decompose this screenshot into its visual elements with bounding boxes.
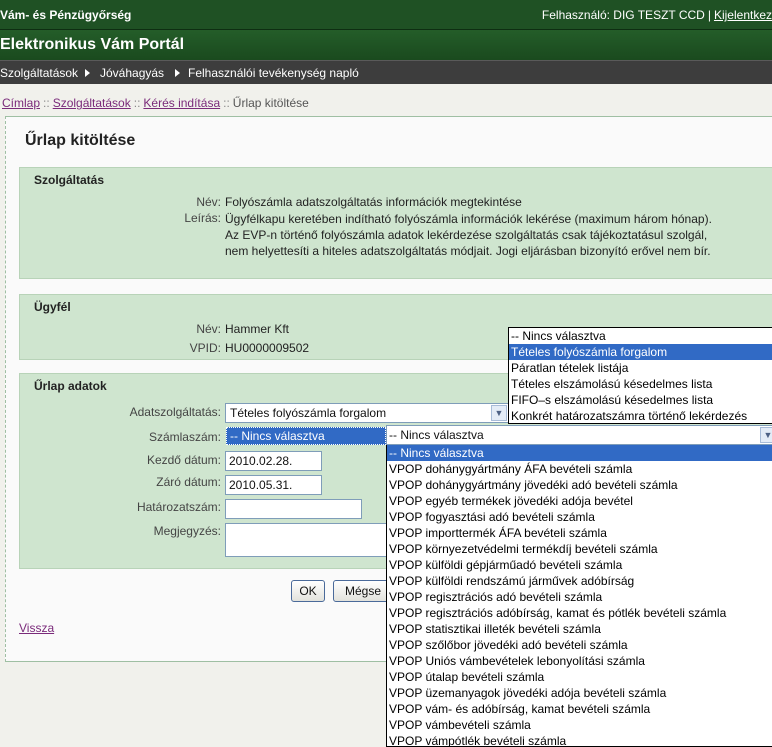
breadcrumb: Címlap:: Szolgáltatások:: Kérés indítása::…: [2, 96, 309, 110]
service-section-title: Szolgáltatás: [34, 173, 105, 187]
client-name-label: Név:: [196, 322, 221, 336]
client-vpid-label: VPID:: [189, 341, 221, 355]
nav-item-activity-log[interactable]: Felhasználói tevékenység napló: [188, 66, 359, 80]
nav-arrow-icon: [175, 69, 180, 77]
account-dropdown-header[interactable]: -- Nincs választva: [386, 425, 772, 445]
service-select-value: Tételes folyószámla forgalom: [230, 406, 387, 420]
account-option[interactable]: VPOP fogyasztási adó bevételi számla: [387, 509, 772, 525]
service-option[interactable]: FIFO–s elszámolású késedelmes lista: [509, 392, 772, 408]
start-date-label: Kezdő dátum:: [146, 453, 221, 467]
client-name-value: Hammer Kft: [225, 322, 290, 336]
back-link[interactable]: Vissza: [19, 621, 54, 635]
account-option[interactable]: VPOP szőlőbor jövedéki adó bevételi szám…: [387, 637, 772, 653]
account-option[interactable]: VPOP külföldi rendszámú járművek adóbírs…: [387, 573, 772, 589]
service-option[interactable]: Tételes elszámolású késedelmes lista: [509, 376, 772, 392]
client-section-title: Ügyfél: [34, 300, 71, 314]
service-option[interactable]: -- Nincs választva: [509, 328, 772, 344]
breadcrumb-current: Űrlap kitöltése: [232, 96, 309, 110]
end-date-label: Záró dátum:: [156, 475, 221, 489]
service-option[interactable]: Konkrét határozatszámra történő lekérdez…: [509, 408, 772, 423]
account-option[interactable]: VPOP külföldi gépjárműadó bevételi száml…: [387, 557, 772, 573]
agency-name: Vám- és Pénzügyőrség: [0, 8, 132, 22]
account-option-selected[interactable]: -- Nincs választva: [387, 445, 772, 461]
account-option[interactable]: VPOP regisztrációs adó bevételi számla: [387, 589, 772, 605]
service-section: Szolgáltatás Név: Folyószámla adatszolgá…: [19, 167, 772, 279]
start-date-input[interactable]: [225, 451, 322, 471]
user-separator: |: [707, 8, 711, 22]
logged-in-user: Felhasználó: DIG TESZT CCD: [541, 8, 705, 22]
breadcrumb-separator: ::: [133, 96, 141, 110]
account-option[interactable]: VPOP egyéb termékek jövedéki adója bevét…: [387, 493, 772, 509]
service-select-label: Adatszolgáltatás:: [129, 405, 221, 419]
service-desc-value: Ügyfélkapu keretében indítható folyószám…: [225, 212, 712, 258]
account-option[interactable]: VPOP regisztrációs adóbírság, kamat és p…: [387, 605, 772, 621]
breadcrumb-services[interactable]: Szolgáltatások: [53, 96, 131, 110]
chevron-down-icon[interactable]: ▼: [760, 427, 772, 443]
account-option[interactable]: VPOP importtermék ÁFA bevételi számla: [387, 525, 772, 541]
account-option[interactable]: VPOP környezetvédelmi termékdíj bevételi…: [387, 541, 772, 557]
account-option[interactable]: VPOP Uniós vámbevételek lebonyolítási sz…: [387, 653, 772, 669]
account-dropdown-value: -- Nincs választva: [389, 428, 484, 442]
account-select[interactable]: -- Nincs választva: [226, 427, 386, 445]
service-option[interactable]: Páratlan tételek listája: [509, 360, 772, 376]
end-date-input[interactable]: [225, 475, 322, 495]
top-header-bar: Vám- és Pénzügyőrség Felhasználó: DIG TE…: [0, 0, 772, 30]
cancel-button[interactable]: Mégse: [333, 580, 393, 602]
portal-title-bar: Elektronikus Vám Portál: [0, 30, 772, 60]
account-option[interactable]: VPOP vám- és adóbírság, kamat bevételi s…: [387, 701, 772, 717]
service-select[interactable]: Tételes folyószámla forgalom: [225, 403, 509, 423]
nav-item-approval[interactable]: Jóváhagyás: [100, 66, 164, 80]
client-vpid-value: HU0000009502: [225, 341, 310, 355]
note-textarea[interactable]: [225, 523, 390, 557]
ok-button[interactable]: OK: [291, 580, 325, 602]
account-option[interactable]: VPOP üzemanyagok jövedéki adója bevételi…: [387, 685, 772, 701]
service-dropdown-list: -- Nincs választva Tételes folyószámla f…: [508, 327, 772, 424]
form-section-title: Űrlap adatok: [34, 379, 107, 393]
chevron-down-icon[interactable]: ▼: [491, 405, 507, 421]
user-info: Felhasználó: DIG TESZT CCD | Kijelentkez: [542, 8, 772, 22]
note-label: Megjegyzés:: [153, 524, 221, 538]
breadcrumb-separator: ::: [223, 96, 230, 110]
main-navigation: Szolgáltatások Jóváhagyás Felhasználói t…: [0, 60, 772, 84]
resolution-label: Határozatszám:: [136, 500, 221, 514]
nav-item-services[interactable]: Szolgáltatások: [0, 66, 78, 80]
breadcrumb-start-request[interactable]: Kérés indítása: [143, 96, 220, 110]
account-option[interactable]: VPOP vámbevételi számla: [387, 717, 772, 733]
account-dropdown-list: -- Nincs választva VPOP dohánygyártmány …: [386, 445, 772, 747]
service-name-label: Név:: [196, 195, 221, 209]
account-select-label: Számlaszám:: [148, 430, 221, 444]
portal-title: Elektronikus Vám Portál: [0, 36, 185, 53]
service-desc-label: Leírás:: [184, 211, 221, 225]
account-select-value: -- Nincs választva: [230, 429, 325, 443]
account-option[interactable]: VPOP útalap bevételi számla: [387, 669, 772, 685]
breadcrumb-separator: ::: [43, 96, 50, 110]
service-option-selected[interactable]: Tételes folyószámla forgalom: [509, 344, 772, 360]
nav-arrow-icon: [85, 69, 90, 77]
breadcrumb-home[interactable]: Címlap: [2, 96, 40, 110]
account-option[interactable]: VPOP statisztikai illeték bevételi száml…: [387, 621, 772, 637]
account-option[interactable]: VPOP dohánygyártmány jövedéki adó bevéte…: [387, 477, 772, 493]
resolution-input[interactable]: [225, 499, 362, 519]
account-option[interactable]: VPOP dohánygyártmány ÁFA bevételi számla: [387, 461, 772, 477]
service-name-value: Folyószámla adatszolgáltatás információk…: [225, 195, 522, 209]
logout-link[interactable]: Kijelentkez: [714, 8, 772, 22]
page-title: Űrlap kitöltése: [25, 132, 136, 149]
